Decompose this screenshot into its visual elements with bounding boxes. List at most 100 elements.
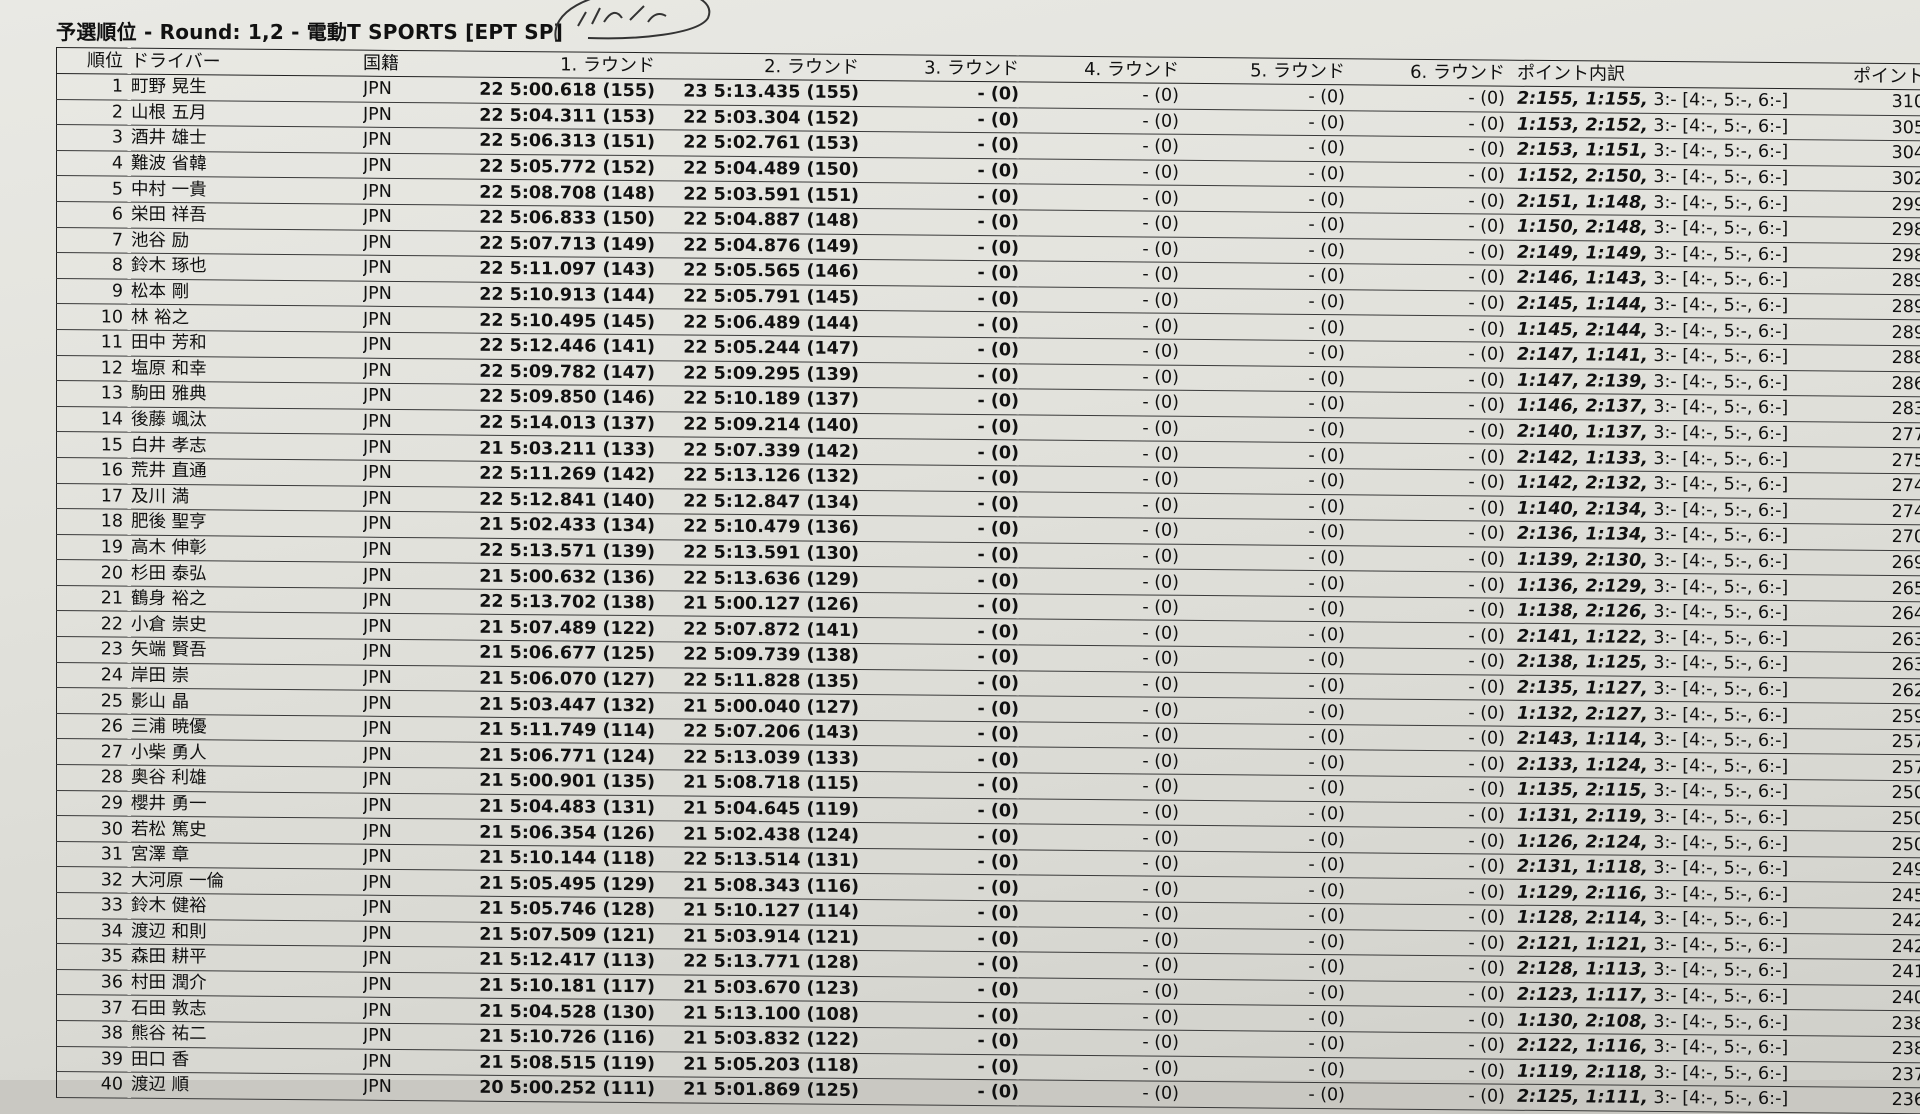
points-cell: 241: [1821, 959, 1920, 986]
round-3-cell: - (0): [859, 746, 1019, 773]
points-breakdown-rest: 3:- [4:-, 5:-, 6:-]: [1648, 576, 1788, 597]
round-2-cell: 21 5:08.718 (115): [655, 770, 859, 797]
round-3-cell: - (0): [859, 567, 1019, 594]
driver-cell: 山根 五月: [131, 100, 363, 128]
rank-cell: 21: [57, 585, 132, 611]
driver-cell: 後藤 颯汰: [131, 407, 363, 435]
driver-cell: 鶴身 裕之: [131, 586, 363, 614]
points-breakdown-cell: 1:126, 2:124, 3:- [4:-, 5:-, 6:-]: [1505, 828, 1821, 856]
rank-cell: 12: [57, 355, 132, 381]
points-breakdown-cell: 2:146, 1:143, 3:- [4:-, 5:-, 6:-]: [1505, 265, 1821, 293]
round-2-cell: 21 5:05.203 (118): [655, 1051, 859, 1078]
rank-cell: 31: [57, 841, 132, 867]
round-1-cell: 21 5:03.211 (133): [447, 435, 655, 462]
nationality-cell: JPN: [363, 307, 447, 333]
rank-cell: 1: [57, 74, 132, 100]
round-2-cell: 21 5:00.040 (127): [655, 693, 859, 720]
round-1-cell: 22 5:11.097 (143): [447, 256, 655, 283]
points-cell: 257: [1821, 754, 1920, 781]
points-breakdown-cell: 1:132, 2:127, 3:- [4:-, 5:-, 6:-]: [1505, 700, 1821, 728]
points-breakdown-cell: 1:138, 2:126, 3:- [4:-, 5:-, 6:-]: [1505, 598, 1821, 626]
round-1-cell: 22 5:12.841 (140): [447, 486, 655, 513]
round-5-cell: - (0): [1179, 749, 1345, 776]
points-breakdown-rest: 3:- [4:-, 5:-, 6:-]: [1648, 346, 1788, 367]
points-breakdown-main: 2:131, 1:118,: [1517, 857, 1648, 878]
points-breakdown-main: 2:145, 1:144,: [1517, 294, 1648, 315]
points-breakdown-cell: 1:147, 2:139, 3:- [4:-, 5:-, 6:-]: [1505, 368, 1821, 396]
round-3-cell: - (0): [859, 644, 1019, 671]
points-breakdown-main: 2:138, 1:125,: [1517, 652, 1648, 673]
points-cell: 264: [1821, 601, 1920, 628]
round-4-cell: - (0): [1019, 926, 1179, 953]
round-5-cell: - (0): [1179, 186, 1345, 213]
rank-cell: 36: [57, 969, 132, 995]
points-breakdown-main: 2:142, 1:133,: [1517, 447, 1648, 468]
round-4-cell: - (0): [1019, 107, 1179, 134]
points-breakdown-cell: 1:146, 2:137, 3:- [4:-, 5:-, 6:-]: [1505, 393, 1821, 421]
driver-cell: 若松 篤史: [131, 816, 363, 844]
round-2-cell: 22 5:09.739 (138): [655, 642, 859, 669]
round-3-cell: - (0): [859, 132, 1019, 159]
round-5-cell: - (0): [1179, 365, 1345, 392]
round-3-cell: - (0): [859, 183, 1019, 210]
nationality-cell: JPN: [363, 255, 447, 281]
points-breakdown-rest: 3:- [4:-, 5:-, 6:-]: [1648, 628, 1788, 649]
round-4-cell: - (0): [1019, 210, 1179, 237]
round-3-cell: - (0): [859, 336, 1019, 363]
rank-cell: 24: [57, 662, 132, 688]
round-6-cell: - (0): [1345, 981, 1505, 1008]
points-cell: 286: [1821, 370, 1920, 397]
round-4-cell: - (0): [1019, 901, 1179, 928]
round-1-cell: 21 5:06.677 (125): [447, 640, 655, 667]
round-3-cell: - (0): [859, 157, 1019, 184]
rank-cell: 26: [57, 713, 132, 739]
points-breakdown-rest: 3:- [4:-, 5:-, 6:-]: [1648, 704, 1788, 725]
round-6-cell: - (0): [1345, 699, 1505, 726]
round-6-cell: - (0): [1345, 187, 1505, 214]
round-4-cell: - (0): [1019, 722, 1179, 749]
nationality-cell: JPN: [363, 665, 447, 691]
round-2-cell: 22 5:02.761 (153): [655, 130, 859, 157]
points-breakdown-rest: 3:- [4:-, 5:-, 6:-]: [1648, 1088, 1788, 1109]
col-round-1: 1. ラウンド: [447, 51, 655, 79]
points-breakdown-main: 2:123, 1:117,: [1517, 985, 1648, 1006]
round-5-cell: - (0): [1179, 774, 1345, 801]
points-cell: 274: [1821, 498, 1920, 525]
page-title: 予選順位 - Round: 1,2 - 電動T SPORTS [EPT SP]: [56, 16, 563, 45]
round-6-cell: - (0): [1345, 955, 1505, 982]
col-round-2: 2. ラウンド: [655, 53, 859, 81]
round-1-cell: 22 5:14.013 (137): [447, 410, 655, 437]
points-breakdown-cell: 2:143, 1:114, 3:- [4:-, 5:-, 6:-]: [1505, 726, 1821, 754]
round-6-cell: - (0): [1345, 801, 1505, 828]
points-breakdown-cell: 2:133, 1:124, 3:- [4:-, 5:-, 6:-]: [1505, 752, 1821, 780]
points-cell: 305: [1821, 114, 1920, 141]
driver-cell: 及川 満: [131, 484, 363, 512]
round-3-cell: - (0): [859, 976, 1019, 1003]
points-breakdown-main: 1:132, 2:127,: [1517, 703, 1648, 724]
round-2-cell: 22 5:13.636 (129): [655, 565, 859, 592]
nationality-cell: JPN: [363, 358, 447, 384]
round-6-cell: - (0): [1345, 136, 1505, 163]
rank-cell: 20: [57, 560, 132, 586]
rank-cell: 5: [57, 176, 132, 202]
driver-cell: 町野 晃生: [131, 74, 363, 102]
points-breakdown-main: 2:133, 1:124,: [1517, 754, 1648, 775]
points-breakdown-rest: 3:- [4:-, 5:-, 6:-]: [1648, 244, 1788, 265]
round-1-cell: 21 5:07.509 (121): [447, 922, 655, 949]
round-5-cell: - (0): [1179, 953, 1345, 980]
rank-cell: 3: [57, 125, 132, 151]
points-breakdown-main: 1:142, 2:132,: [1517, 473, 1648, 494]
nationality-cell: JPN: [363, 511, 447, 537]
round-4-cell: - (0): [1019, 312, 1179, 339]
rank-cell: 19: [57, 534, 132, 560]
round-6-cell: - (0): [1345, 366, 1505, 393]
points-breakdown-cell: 1:152, 2:150, 3:- [4:-, 5:-, 6:-]: [1505, 163, 1821, 191]
nationality-cell: JPN: [363, 639, 447, 665]
points-breakdown-cell: 1:140, 2:134, 3:- [4:-, 5:-, 6:-]: [1505, 496, 1821, 524]
points-cell: 302: [1821, 166, 1920, 193]
round-6-cell: - (0): [1345, 1057, 1505, 1084]
round-1-cell: 22 5:06.833 (150): [447, 205, 655, 232]
round-5-cell: - (0): [1179, 518, 1345, 545]
driver-cell: 栄田 祥吾: [131, 202, 363, 230]
driver-cell: 田口 香: [131, 1047, 363, 1075]
